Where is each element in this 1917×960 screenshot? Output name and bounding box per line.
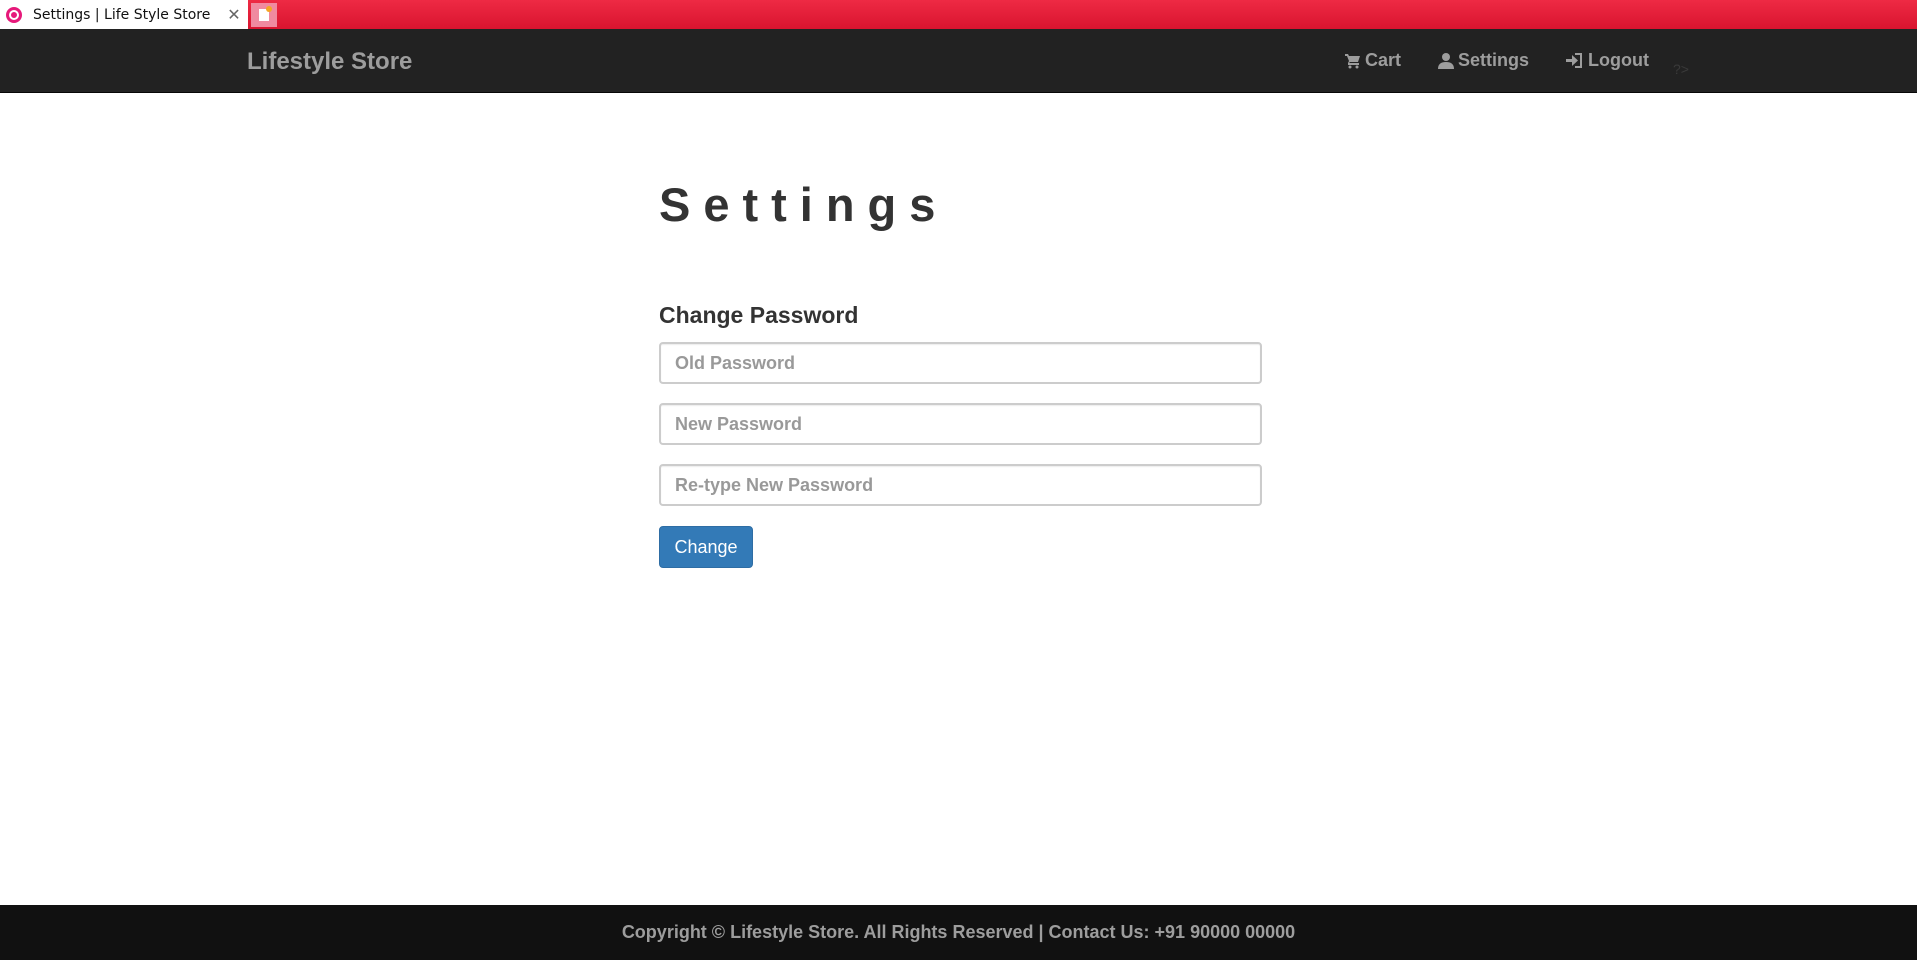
retype-password-input[interactable]: [659, 464, 1262, 506]
browser-tab-strip: Settings | Life Style Store ✕: [0, 0, 1917, 29]
change-password-heading: Change Password: [659, 302, 859, 328]
brand-link[interactable]: Lifestyle Store: [247, 48, 412, 76]
nav-settings-link[interactable]: Settings: [1438, 50, 1529, 71]
footer: Copyright © Lifestyle Store. All Rights …: [0, 905, 1917, 960]
user-icon: [1438, 53, 1455, 69]
nav-cart-label: Cart: [1365, 50, 1402, 70]
top-navbar: Lifestyle Store Cart Settings Logout ?>: [0, 29, 1917, 93]
nav-logout-label: Logout: [1588, 50, 1650, 70]
new-tab-icon: [259, 6, 272, 21]
page-title: Settings: [659, 178, 949, 231]
new-password-input[interactable]: [659, 403, 1262, 445]
old-password-input[interactable]: [659, 342, 1262, 384]
browser-tab-title: Settings | Life Style Store: [33, 6, 211, 23]
stray-php-text: ?>: [1673, 61, 1689, 77]
nav-logout-link[interactable]: Logout: [1566, 50, 1649, 71]
browser-tab-active[interactable]: Settings | Life Style Store ✕: [0, 0, 248, 29]
logout-icon: [1566, 53, 1583, 68]
nav-links: Cart Settings Logout: [1345, 50, 1649, 71]
nav-cart-link[interactable]: Cart: [1345, 50, 1401, 71]
close-tab-icon[interactable]: ✕: [224, 5, 244, 25]
change-button[interactable]: Change: [659, 526, 753, 568]
cart-icon: [1345, 53, 1360, 68]
footer-copyright: Copyright © Lifestyle Store. All Rights …: [621, 922, 1296, 942]
nav-settings-label: Settings: [1458, 50, 1530, 70]
new-tab-button[interactable]: [251, 3, 277, 27]
site-favicon-icon: [6, 6, 22, 23]
